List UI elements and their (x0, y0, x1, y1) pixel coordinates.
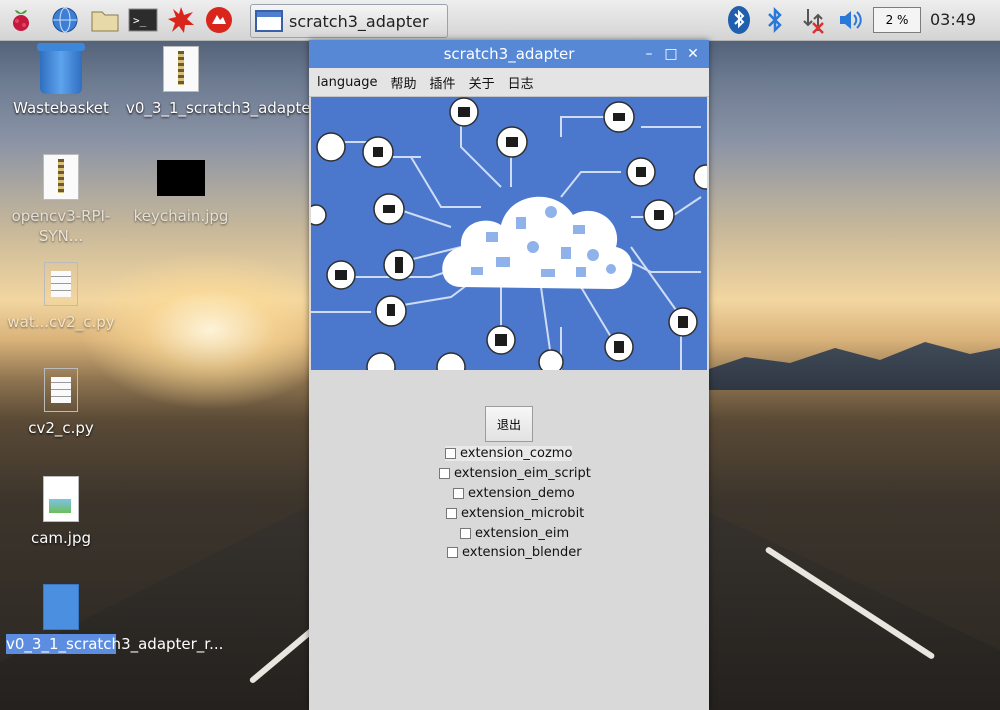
desktop-icon-script[interactable]: wat...cv2_c.py (6, 262, 116, 332)
ext-microbit-label: extension_microbit (461, 506, 585, 521)
image-thumbnail-icon (157, 160, 205, 196)
desktop-icon-label: wat...cv2_c.py (7, 313, 115, 331)
ext-cozmo-checkbox[interactable] (445, 448, 456, 459)
maximize-icon[interactable]: □ (661, 44, 681, 64)
window-icon (255, 10, 283, 32)
ext-blender-label: extension_blender (462, 545, 582, 560)
desktop-icon-label: cv2_c.py (28, 419, 94, 437)
desktop-icon-cam[interactable]: cam.jpg (6, 476, 116, 548)
app-window: scratch3_adapter – □ ✕ language 帮助 插件 关于… (309, 40, 709, 710)
iot-banner-image (311, 97, 707, 370)
ext-cozmo-label: extension_cozmo (460, 446, 573, 461)
ext-demo[interactable]: extension_demo (453, 486, 575, 501)
desktop-icon-label: Wastebasket (13, 99, 109, 117)
desktop-icon-selected[interactable]: v0_3_1_scratch3_adapter_r... (6, 584, 224, 654)
wolfram-icon[interactable] (204, 5, 234, 35)
close-icon[interactable]: ✕ (683, 44, 703, 64)
minimize-icon[interactable]: – (639, 44, 659, 64)
taskbar: >_ scratch3_adapter 2 % 03:49 (0, 0, 1000, 41)
ext-demo-checkbox[interactable] (453, 488, 464, 499)
image-file-icon (43, 476, 79, 522)
text-file-icon (44, 262, 78, 306)
taskbar-window-label: scratch3_adapter (289, 11, 429, 31)
ext-eim-checkbox[interactable] (460, 528, 471, 539)
file-manager-icon[interactable] (90, 5, 120, 35)
exit-button[interactable]: 退出 (485, 406, 533, 442)
window-titlebar[interactable]: scratch3_adapter – □ ✕ (309, 40, 709, 68)
ext-eim[interactable]: extension_eim (460, 526, 569, 541)
desktop-icon-label: opencv3-RPI-SYN... (11, 207, 111, 245)
wastebasket-icon (37, 43, 85, 94)
raspberry-menu-icon[interactable] (6, 5, 36, 35)
ext-eim-script-checkbox[interactable] (439, 468, 450, 479)
menu-help[interactable]: 帮助 (391, 73, 417, 92)
desktop-icon-label: v0_3_1_scratch3_adapter_r... (6, 634, 224, 654)
svg-text:>_: >_ (133, 14, 147, 27)
ext-blender-checkbox[interactable] (447, 547, 458, 558)
desktop-icon-label: cam.jpg (30, 529, 92, 547)
desktop-icon-wastebasket[interactable]: Wastebasket (6, 43, 116, 118)
desktop-icon-cv2c[interactable]: cv2_c.py (6, 368, 116, 438)
desktop-icon-opencv[interactable]: opencv3-RPI-SYN... (6, 154, 116, 246)
zip-file-icon (43, 154, 79, 200)
browser-globe-icon[interactable] (50, 5, 80, 35)
cpu-monitor[interactable]: 2 % (873, 7, 921, 33)
clock[interactable]: 03:49 (930, 10, 976, 29)
menu-about[interactable]: 关于 (469, 73, 495, 92)
menu-bar: language 帮助 插件 关于 日志 (309, 68, 709, 97)
wallpaper-mountains (700, 342, 1000, 390)
ext-eim-label: extension_eim (475, 526, 570, 541)
desktop-icon-keychain[interactable]: keychain.jpg (126, 160, 236, 226)
ext-demo-label: extension_demo (468, 486, 575, 501)
ext-eim-script[interactable]: extension_eim_script (439, 466, 591, 481)
menu-log[interactable]: 日志 (508, 73, 534, 92)
menu-plugins[interactable]: 插件 (430, 73, 456, 92)
taskbar-window-button[interactable]: scratch3_adapter (250, 4, 448, 38)
volume-icon[interactable] (836, 5, 866, 35)
bluetooth-blue-icon[interactable] (724, 5, 754, 35)
ext-microbit[interactable]: extension_microbit (446, 506, 584, 521)
terminal-icon[interactable]: >_ (128, 5, 158, 35)
desktop-icon-zip[interactable]: v0_3_1_scratch3_adapter_r... (126, 46, 344, 118)
zip-file-icon (163, 46, 199, 92)
telegram-file-icon (43, 584, 79, 630)
desktop-icon-label: v0_3_1_scratch3_adapter_r... (126, 99, 344, 117)
ext-microbit-checkbox[interactable] (446, 508, 457, 519)
bluetooth-icon[interactable] (760, 5, 790, 35)
mathematica-icon[interactable] (166, 5, 196, 35)
ext-cozmo[interactable]: extension_cozmo (445, 446, 573, 461)
window-title: scratch3_adapter (443, 45, 575, 63)
wallpaper-sun (80, 250, 340, 410)
ext-eim-script-label: extension_eim_script (454, 466, 591, 481)
text-file-icon (44, 368, 78, 412)
desktop-icon-label: keychain.jpg (133, 207, 229, 225)
network-disconnected-icon[interactable] (798, 5, 828, 35)
ext-blender[interactable]: extension_blender (447, 545, 582, 560)
menu-language[interactable]: language (317, 75, 378, 90)
